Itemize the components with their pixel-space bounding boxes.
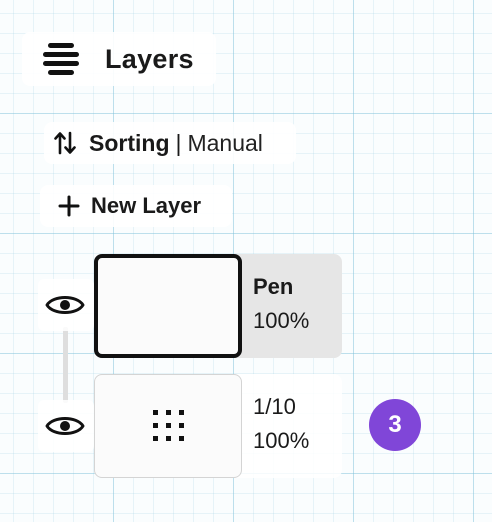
layer-name: 1/10	[253, 394, 296, 419]
layer-row-pen[interactable]: Pen 100%	[94, 254, 342, 358]
dot-grid-icon	[153, 410, 184, 441]
eye-icon[interactable]	[45, 292, 85, 318]
layers-panel-header: Layers	[22, 32, 216, 86]
layer-name: Pen	[253, 274, 294, 299]
layer-count-badge[interactable]: 3	[369, 399, 421, 451]
eye-icon[interactable]	[45, 413, 85, 439]
new-layer-label: New Layer	[91, 193, 202, 218]
sorting-separator: |	[175, 130, 182, 156]
layer-group-connector	[63, 327, 68, 403]
layer-row-frames[interactable]: 1/10 100%	[94, 374, 342, 478]
plus-icon	[58, 195, 80, 217]
layer-thumbnail	[94, 254, 242, 358]
layer-opacity: 100%	[253, 428, 310, 453]
layer-thumbnail	[94, 374, 242, 478]
sorting-value: Manual	[187, 130, 263, 156]
sort-arrows-icon	[54, 131, 76, 155]
new-layer-button[interactable]: New Layer	[40, 185, 232, 227]
sorting-label: Sorting | Manual	[89, 122, 263, 164]
sorting-title: Sorting	[89, 130, 170, 156]
sorting-button[interactable]: Sorting | Manual	[44, 122, 296, 164]
stack-menu-icon[interactable]	[43, 43, 79, 75]
panel-title: Layers	[105, 44, 194, 74]
layer-opacity: 100%	[253, 308, 310, 333]
